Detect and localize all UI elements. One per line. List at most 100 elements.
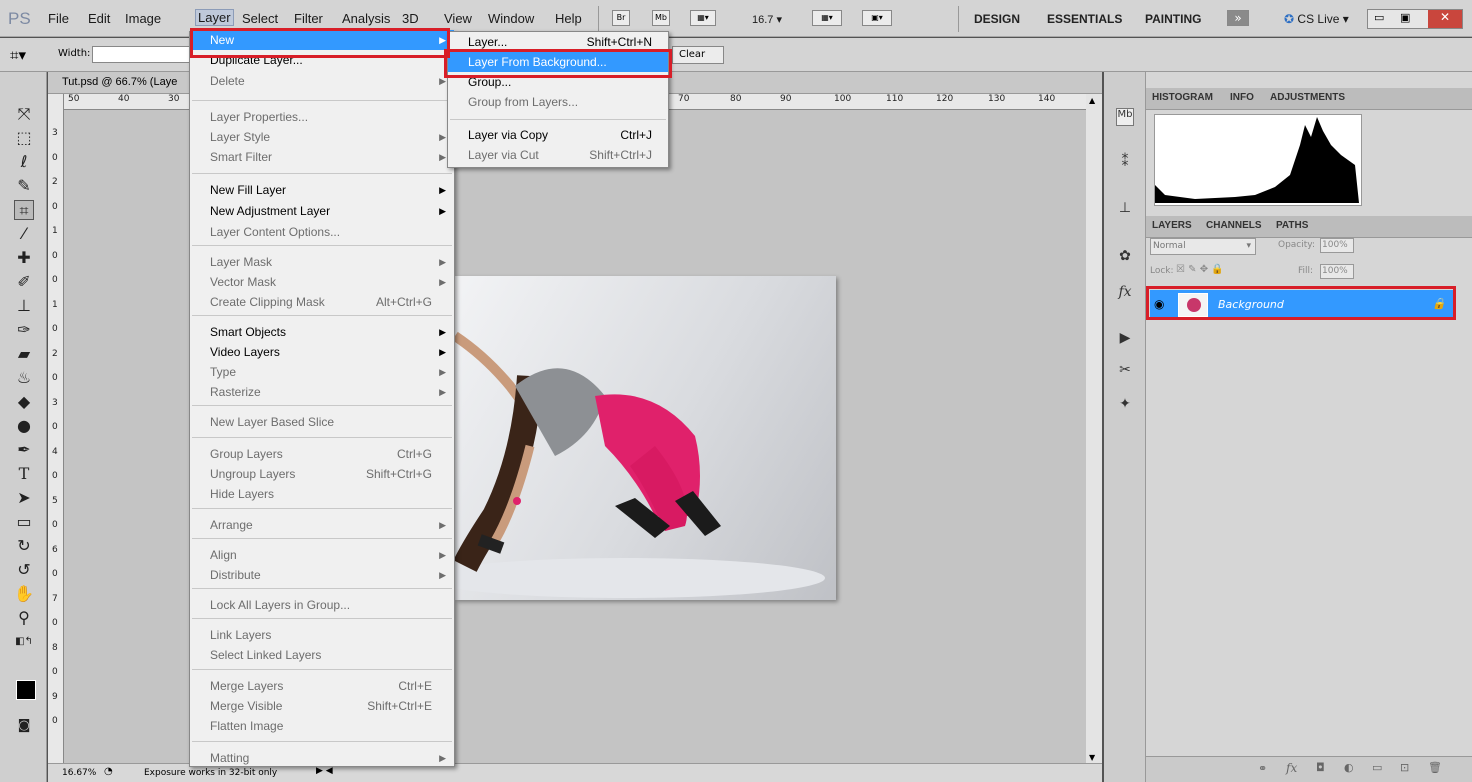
- width-input[interactable]: [92, 46, 192, 63]
- menu-window[interactable]: Window: [488, 11, 534, 26]
- toolbox: ⤧ ⬚ ℓ ✎ ⌗ ⁄ ✚ ✐ ⊥ ✑ ▰ ♨ ◆ ● ✒ T ➤ ▭ ↻ ↺ …: [0, 72, 47, 782]
- history-brush-icon[interactable]: ✑: [14, 320, 34, 340]
- tools-panel-icon[interactable]: ✂: [1116, 362, 1134, 380]
- path-select-icon[interactable]: ➤: [14, 488, 34, 508]
- status-info-icon[interactable]: ◔: [104, 766, 113, 777]
- 3d-panel-icon[interactable]: ✦: [1116, 396, 1134, 414]
- tab-histogram[interactable]: HISTOGRAM: [1152, 92, 1213, 103]
- close-icon[interactable]: ✕: [1428, 10, 1462, 28]
- marquee-tool-icon[interactable]: ⬚: [14, 128, 34, 148]
- menu-item-label: Rasterize: [210, 385, 261, 399]
- menu-item-label: Create Clipping Mask: [210, 295, 325, 309]
- foreground-color-swatch[interactable]: [16, 680, 36, 700]
- fill-input[interactable]: 100%: [1320, 264, 1354, 279]
- styles-panel-icon[interactable]: fx: [1116, 284, 1134, 302]
- layer-menu-item[interactable]: New Adjustment Layer ▶: [190, 201, 454, 221]
- tab-layers[interactable]: LAYERS: [1152, 220, 1192, 231]
- highlight-box-new: [190, 28, 450, 58]
- layer-menu-item[interactable]: Smart Objects ▶: [190, 322, 454, 342]
- layer-menu-item: Layer Content Options...: [190, 222, 454, 242]
- workspace-painting[interactable]: PAINTING: [1145, 12, 1201, 26]
- scroll-down-icon[interactable]: ▼: [1089, 753, 1095, 762]
- shape-tool-icon[interactable]: ▭: [14, 512, 34, 532]
- more-workspaces-button[interactable]: »: [1227, 10, 1249, 26]
- submenu-arrow-icon: ▶: [439, 550, 446, 560]
- menu-analysis[interactable]: Analysis: [342, 11, 390, 26]
- canvas-image[interactable]: [455, 276, 836, 600]
- new-layer-icon[interactable]: ⊡: [1400, 761, 1409, 774]
- menu-select[interactable]: Select: [242, 11, 278, 26]
- blur-tool-icon[interactable]: ◆: [14, 392, 34, 412]
- delete-layer-icon[interactable]: 🗑: [1428, 761, 1442, 774]
- extras-icon[interactable]: ▦▾: [690, 10, 716, 26]
- new-group-icon[interactable]: ▭: [1372, 761, 1382, 774]
- ruler-v-label: 0: [52, 618, 58, 628]
- tab-channels[interactable]: CHANNELS: [1206, 220, 1262, 231]
- menu-3d[interactable]: 3D: [402, 11, 419, 26]
- blend-mode-select[interactable]: Normal ▾: [1150, 238, 1256, 255]
- 3d-rotate-icon[interactable]: ↻: [14, 536, 34, 556]
- scroll-up-icon[interactable]: ▲: [1089, 96, 1095, 105]
- move-tool-icon[interactable]: ⤧: [14, 104, 34, 124]
- menu-view[interactable]: View: [444, 11, 472, 26]
- tab-paths[interactable]: PATHS: [1276, 220, 1308, 231]
- tab-info[interactable]: INFO: [1230, 92, 1254, 103]
- lock-icons[interactable]: ☒ ✎ ✥ 🔒: [1176, 264, 1224, 275]
- zoom-readout[interactable]: 16.67%: [62, 768, 96, 778]
- add-style-icon[interactable]: fx: [1286, 761, 1297, 775]
- stamp-tool-icon[interactable]: ⊥: [14, 296, 34, 316]
- history-panel-icon[interactable]: ⁑: [1116, 154, 1134, 172]
- workspace-essentials[interactable]: ESSENTIALS: [1047, 12, 1122, 26]
- zoom-tool-icon[interactable]: ⚲: [14, 608, 34, 628]
- menu-edit[interactable]: Edit: [88, 11, 110, 26]
- menu-filter[interactable]: Filter: [294, 11, 323, 26]
- vertical-scrollbar[interactable]: ▲ ▼: [1086, 94, 1102, 782]
- brush-presets-icon[interactable]: ✿: [1116, 248, 1134, 266]
- clear-button[interactable]: Clear: [672, 46, 724, 64]
- actions-panel-icon[interactable]: ▶: [1116, 330, 1134, 348]
- clone-source-icon[interactable]: ⊥: [1116, 200, 1134, 218]
- right-panels: HISTOGRAM INFO ADJUSTMENTS LAYERS CHANNE…: [1146, 72, 1472, 782]
- add-mask-icon[interactable]: ◘: [1316, 761, 1325, 774]
- zoom-level[interactable]: 16.7 ▾: [752, 13, 782, 26]
- workspace-design[interactable]: DESIGN: [974, 12, 1020, 26]
- menu-file[interactable]: File: [48, 11, 69, 26]
- 3d-orbit-icon[interactable]: ↺: [14, 560, 34, 580]
- layer-menu-item[interactable]: New Fill Layer ▶: [190, 180, 454, 200]
- eyedropper-tool-icon[interactable]: ⁄: [14, 224, 34, 244]
- menu-image[interactable]: Image: [125, 11, 161, 26]
- cs-live-button[interactable]: ✪ CS Live ▾: [1284, 12, 1349, 26]
- opacity-input[interactable]: 100%: [1320, 238, 1354, 253]
- arrange-docs-icon[interactable]: ▣▾: [862, 10, 892, 26]
- minibridge-icon[interactable]: Mb: [652, 10, 670, 26]
- minimize-icon[interactable]: ▭: [1374, 11, 1384, 24]
- hand-tool-icon[interactable]: ✋: [14, 584, 34, 604]
- pen-tool-icon[interactable]: ✒: [14, 440, 34, 460]
- brush-tool-icon[interactable]: ✐: [14, 272, 34, 292]
- restore-icon[interactable]: ▣: [1400, 11, 1410, 24]
- lasso-tool-icon[interactable]: ℓ: [14, 152, 34, 172]
- menu-layer[interactable]: Layer: [195, 9, 234, 26]
- ruler-v-label: 8: [52, 642, 58, 653]
- crop-tool-icon[interactable]: ⌗▾: [10, 46, 26, 64]
- quick-select-tool-icon[interactable]: ✎: [14, 176, 34, 196]
- link-layers-icon[interactable]: ⚭: [1258, 762, 1267, 775]
- layer-menu-item: Flatten Image: [190, 716, 454, 736]
- quick-mask-icon[interactable]: ◙: [14, 716, 34, 736]
- healing-tool-icon[interactable]: ✚: [14, 248, 34, 268]
- swap-colors-icon[interactable]: ◧↰: [14, 632, 34, 652]
- dodge-tool-icon[interactable]: ●: [14, 416, 34, 436]
- crop-tool-icon[interactable]: ⌗: [14, 200, 34, 220]
- bridge-icon[interactable]: Br: [612, 10, 630, 26]
- new-submenu-item[interactable]: Layer via Copy Ctrl+J: [448, 125, 668, 145]
- layer-menu-item[interactable]: Video Layers ▶: [190, 342, 454, 362]
- menu-help[interactable]: Help: [555, 11, 582, 26]
- tab-adjustments[interactable]: ADJUSTMENTS: [1270, 92, 1345, 103]
- adjustment-layer-icon[interactable]: ◐: [1344, 761, 1354, 774]
- view-extras-icon[interactable]: ▦▾: [812, 10, 842, 26]
- paint-bucket-icon[interactable]: ♨: [14, 368, 34, 388]
- menu-item-label: Hide Layers: [210, 487, 275, 501]
- eraser-tool-icon[interactable]: ▰: [14, 344, 34, 364]
- minibridge-panel-icon[interactable]: Mb: [1116, 108, 1134, 126]
- type-tool-icon[interactable]: T: [14, 464, 34, 484]
